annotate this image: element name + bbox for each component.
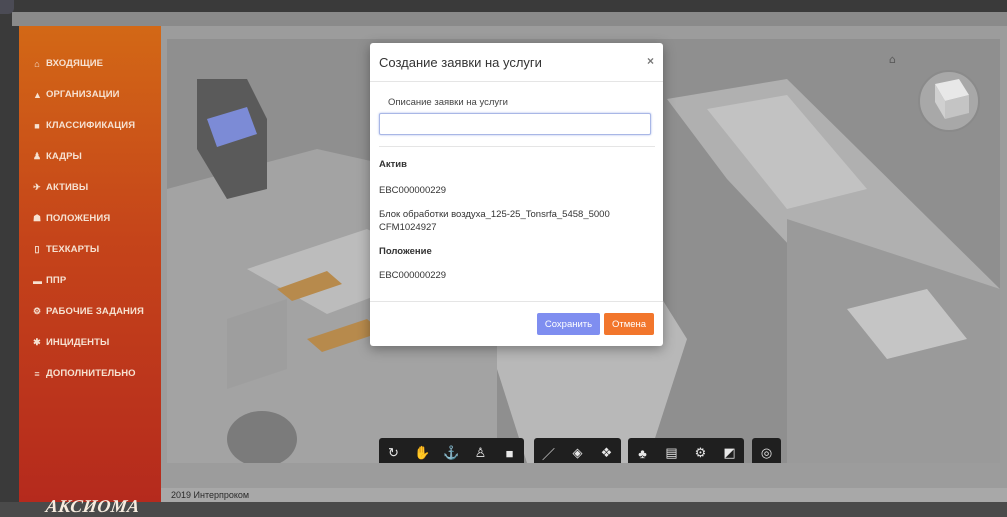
bug-icon: ✱ <box>33 337 41 347</box>
footer: 2019 Интерпроком <box>161 488 1007 502</box>
window-corner <box>0 0 14 14</box>
sidebar-item[interactable]: ♟ КАДРЫ <box>33 151 82 162</box>
sidebar-item[interactable]: ■ КЛАССИФИКАЦИЯ <box>33 120 135 131</box>
sidebar-item-label: ДОПОЛНИТЕЛЬНО <box>46 368 136 379</box>
divider <box>379 146 655 147</box>
sidebar-item-label: КЛАССИФИКАЦИЯ <box>46 120 136 131</box>
sidebar-item-label: ВХОДЯЩИЕ <box>46 58 104 69</box>
orbit-icon[interactable]: ↻ <box>379 445 408 461</box>
top-strip <box>12 12 1007 26</box>
asset-code: EBC000000229 <box>379 185 447 196</box>
save-button[interactable]: Сохранить <box>537 313 600 335</box>
fullscreen-icon[interactable]: ◩ <box>715 445 744 461</box>
gear-icon: ⚙ <box>33 306 42 316</box>
plane-icon: ✈ <box>33 182 41 192</box>
camera-icon[interactable]: ■ <box>495 446 524 461</box>
settings-icon[interactable]: ⚙ <box>686 445 715 461</box>
sidebar-item[interactable]: ✱ ИНЦИДЕНТЫ <box>33 337 109 348</box>
measure-icon[interactable]: ／ <box>534 444 563 463</box>
sidebar-item-label: ПОЛОЖЕНИЯ <box>46 213 111 224</box>
sidebar-item-label: АКТИВЫ <box>46 182 89 193</box>
toolbar-tools-group: ／ ◈ ❖ <box>534 438 621 463</box>
sidebar-item-label: ИНЦИДЕНТЫ <box>46 337 110 348</box>
app-frame: АКСИОМА ⌂ ВХОДЯЩИЕ ▲ ОРГАНИЗАЦИИ ■ КЛАССИФИКА… <box>0 0 1007 516</box>
home-icon: ⌂ <box>34 58 40 69</box>
sidebar-item[interactable]: ⌂ ВХОДЯЩИЕ <box>33 58 103 69</box>
sidebar-item-label: ППР <box>46 275 67 286</box>
building-icon: ▲ <box>33 89 43 100</box>
position-code: EBC000000229 <box>379 270 447 281</box>
description-input[interactable] <box>379 113 651 135</box>
pan-icon[interactable]: ✋ <box>408 445 437 461</box>
dialog-title: Создание заявки на услуги <box>379 55 542 70</box>
properties-icon[interactable]: ▤ <box>657 445 686 461</box>
toolbar-model-group: ♣ ▤ ⚙ ◩ <box>628 438 744 463</box>
asset-heading: Актив <box>379 159 407 170</box>
sidebar-item[interactable]: ⚙ РАБОЧИЕ ЗАДАНИЯ <box>33 306 144 317</box>
sidebar: АКСИОМА ⌂ ВХОДЯЩИЕ ▲ ОРГАНИЗАЦИИ ■ КЛАССИФИКА… <box>19 26 161 516</box>
sidebar-item[interactable]: ☗ ПОЛОЖЕНИЯ <box>33 213 110 224</box>
sidebar-item-label: ОРГАНИЗАЦИИ <box>46 89 120 100</box>
sidebar-item[interactable]: ▲ ОРГАНИЗАЦИИ <box>33 89 120 100</box>
zoom-icon[interactable]: ⚓ <box>437 445 466 461</box>
sidebar-item-label: ТЕХКАРТЫ <box>46 244 100 255</box>
file-icon: ▯ <box>34 244 40 254</box>
dialog-header: Создание заявки на услуги × <box>370 43 663 82</box>
description-label: Описание заявки на услуги <box>388 97 508 108</box>
car-icon: ▬ <box>33 275 43 286</box>
model-tree-icon[interactable]: ♣ <box>628 446 657 461</box>
sidebar-item-label: КАДРЫ <box>46 151 82 162</box>
home-view-icon[interactable]: ⌂ <box>889 53 896 66</box>
section-icon[interactable]: ◈ <box>563 445 592 461</box>
toolbar-navigation-group: ↻ ✋ ⚓ ♙ ■ <box>379 438 524 463</box>
asset-name: Блок обработки воздуха_125-25_Tonsrfa_54… <box>379 209 610 233</box>
sidebar-item-label: РАБОЧИЕ ЗАДАНИЯ <box>46 306 144 317</box>
sitemap-icon: ☗ <box>33 213 42 223</box>
users-icon: ♟ <box>33 151 42 161</box>
aksioma-logo: АКСИОМА <box>44 496 142 516</box>
close-icon[interactable]: × <box>647 54 654 68</box>
menu-icon: ≡ <box>34 368 40 379</box>
focus-icon[interactable]: ◎ <box>752 445 781 461</box>
sidebar-item[interactable]: ≡ ДОПОЛНИТЕЛЬНО <box>33 368 136 379</box>
walk-icon[interactable]: ♙ <box>466 445 495 461</box>
toolbar-focus-group: ◎ <box>752 438 781 463</box>
book-icon: ■ <box>34 120 40 131</box>
service-request-dialog: Создание заявки на услуги × Описание зая… <box>370 43 663 346</box>
explode-icon[interactable]: ❖ <box>592 445 621 461</box>
cancel-button[interactable]: Отмена <box>604 313 654 335</box>
sidebar-item[interactable]: ✈ АКТИВЫ <box>33 182 88 193</box>
position-heading: Положение <box>379 246 432 257</box>
copyright-text: 2019 Интерпроком <box>171 490 250 500</box>
sidebar-item[interactable]: ▬ ППР <box>33 275 66 286</box>
dialog-footer-divider <box>370 301 663 302</box>
sidebar-item[interactable]: ▯ ТЕХКАРТЫ <box>33 244 99 255</box>
